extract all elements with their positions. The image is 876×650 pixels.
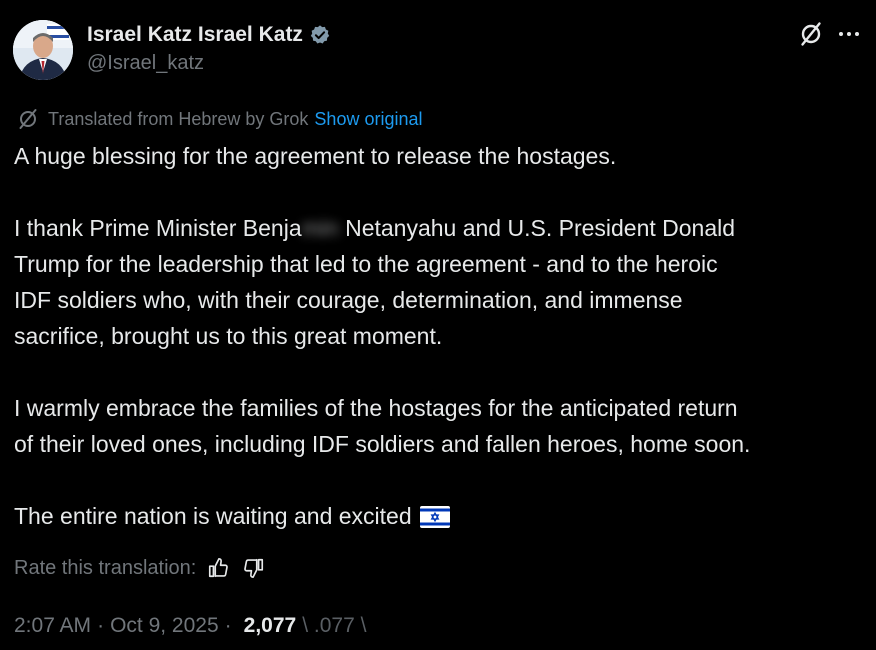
author-handle[interactable]: @Israel_katz xyxy=(87,52,204,75)
thumbs-down-button[interactable] xyxy=(240,554,268,582)
grok-button[interactable] xyxy=(795,18,827,50)
meta-separator: · xyxy=(224,614,232,637)
profile-photo xyxy=(13,20,73,80)
verified-badge-icon[interactable] xyxy=(309,24,331,46)
post-line: IDF soldiers who, with their courage, de… xyxy=(14,287,683,313)
israel-flag-icon xyxy=(419,502,450,528)
post-time[interactable]: 2:07 AM xyxy=(14,614,91,638)
display-name[interactable]: Israel Katz Israel Katz xyxy=(87,23,303,47)
more-button[interactable] xyxy=(834,18,864,50)
post-line: A huge blessing for the agreement to rel… xyxy=(14,143,617,169)
translation-note-row: Translated from Hebrew by Grok Show orig… xyxy=(16,106,422,132)
avatar[interactable] xyxy=(13,20,73,80)
thumbs-down-icon xyxy=(244,558,264,578)
thumbs-up-button[interactable] xyxy=(204,554,232,582)
rate-translation-row: Rate this translation: xyxy=(14,553,268,583)
views-label-obscured: \ .077 \ xyxy=(302,614,367,637)
post-line-part: The entire nation is waiting and excited xyxy=(14,503,412,529)
views-count[interactable]: 2,077 xyxy=(244,614,297,638)
grok-translate-icon xyxy=(16,107,40,131)
post-meta-row: 2:07 AM · Oct 9, 2025 · 2,077 \ .077 \ xyxy=(14,610,366,642)
post-line: sacrifice, brought us to this great mome… xyxy=(14,323,443,349)
post-line: I warmly embrace the families of the hos… xyxy=(14,395,738,421)
post-date[interactable]: Oct 9, 2025 xyxy=(110,614,219,638)
translation-note: Translated from Hebrew by Grok xyxy=(48,108,309,129)
post-line: of their loved ones, including IDF soldi… xyxy=(14,431,751,457)
post-redacted-text: min xyxy=(301,215,339,241)
author-name-row: Israel Katz Israel Katz xyxy=(87,20,331,50)
post-line-part: I thank Prime Minister Benja xyxy=(14,215,302,241)
post-text: A huge blessing for the agreement to rel… xyxy=(14,138,864,534)
grok-icon xyxy=(801,22,821,46)
post-line: I thank Prime Minister Benjamin Netanyah… xyxy=(14,210,864,246)
thumbs-up-icon xyxy=(209,558,229,578)
show-original-link[interactable]: Show original xyxy=(314,109,422,130)
post-line-part: Netanyahu and U.S. President Donald xyxy=(338,215,736,241)
rate-translation-label: Rate this translation: xyxy=(14,556,197,579)
more-dots-icon xyxy=(839,32,859,36)
post-line: Trump for the leadership that led to the… xyxy=(14,251,718,277)
meta-separator: · xyxy=(97,614,105,637)
post-line: The entire nation is waiting and excited xyxy=(14,498,864,534)
